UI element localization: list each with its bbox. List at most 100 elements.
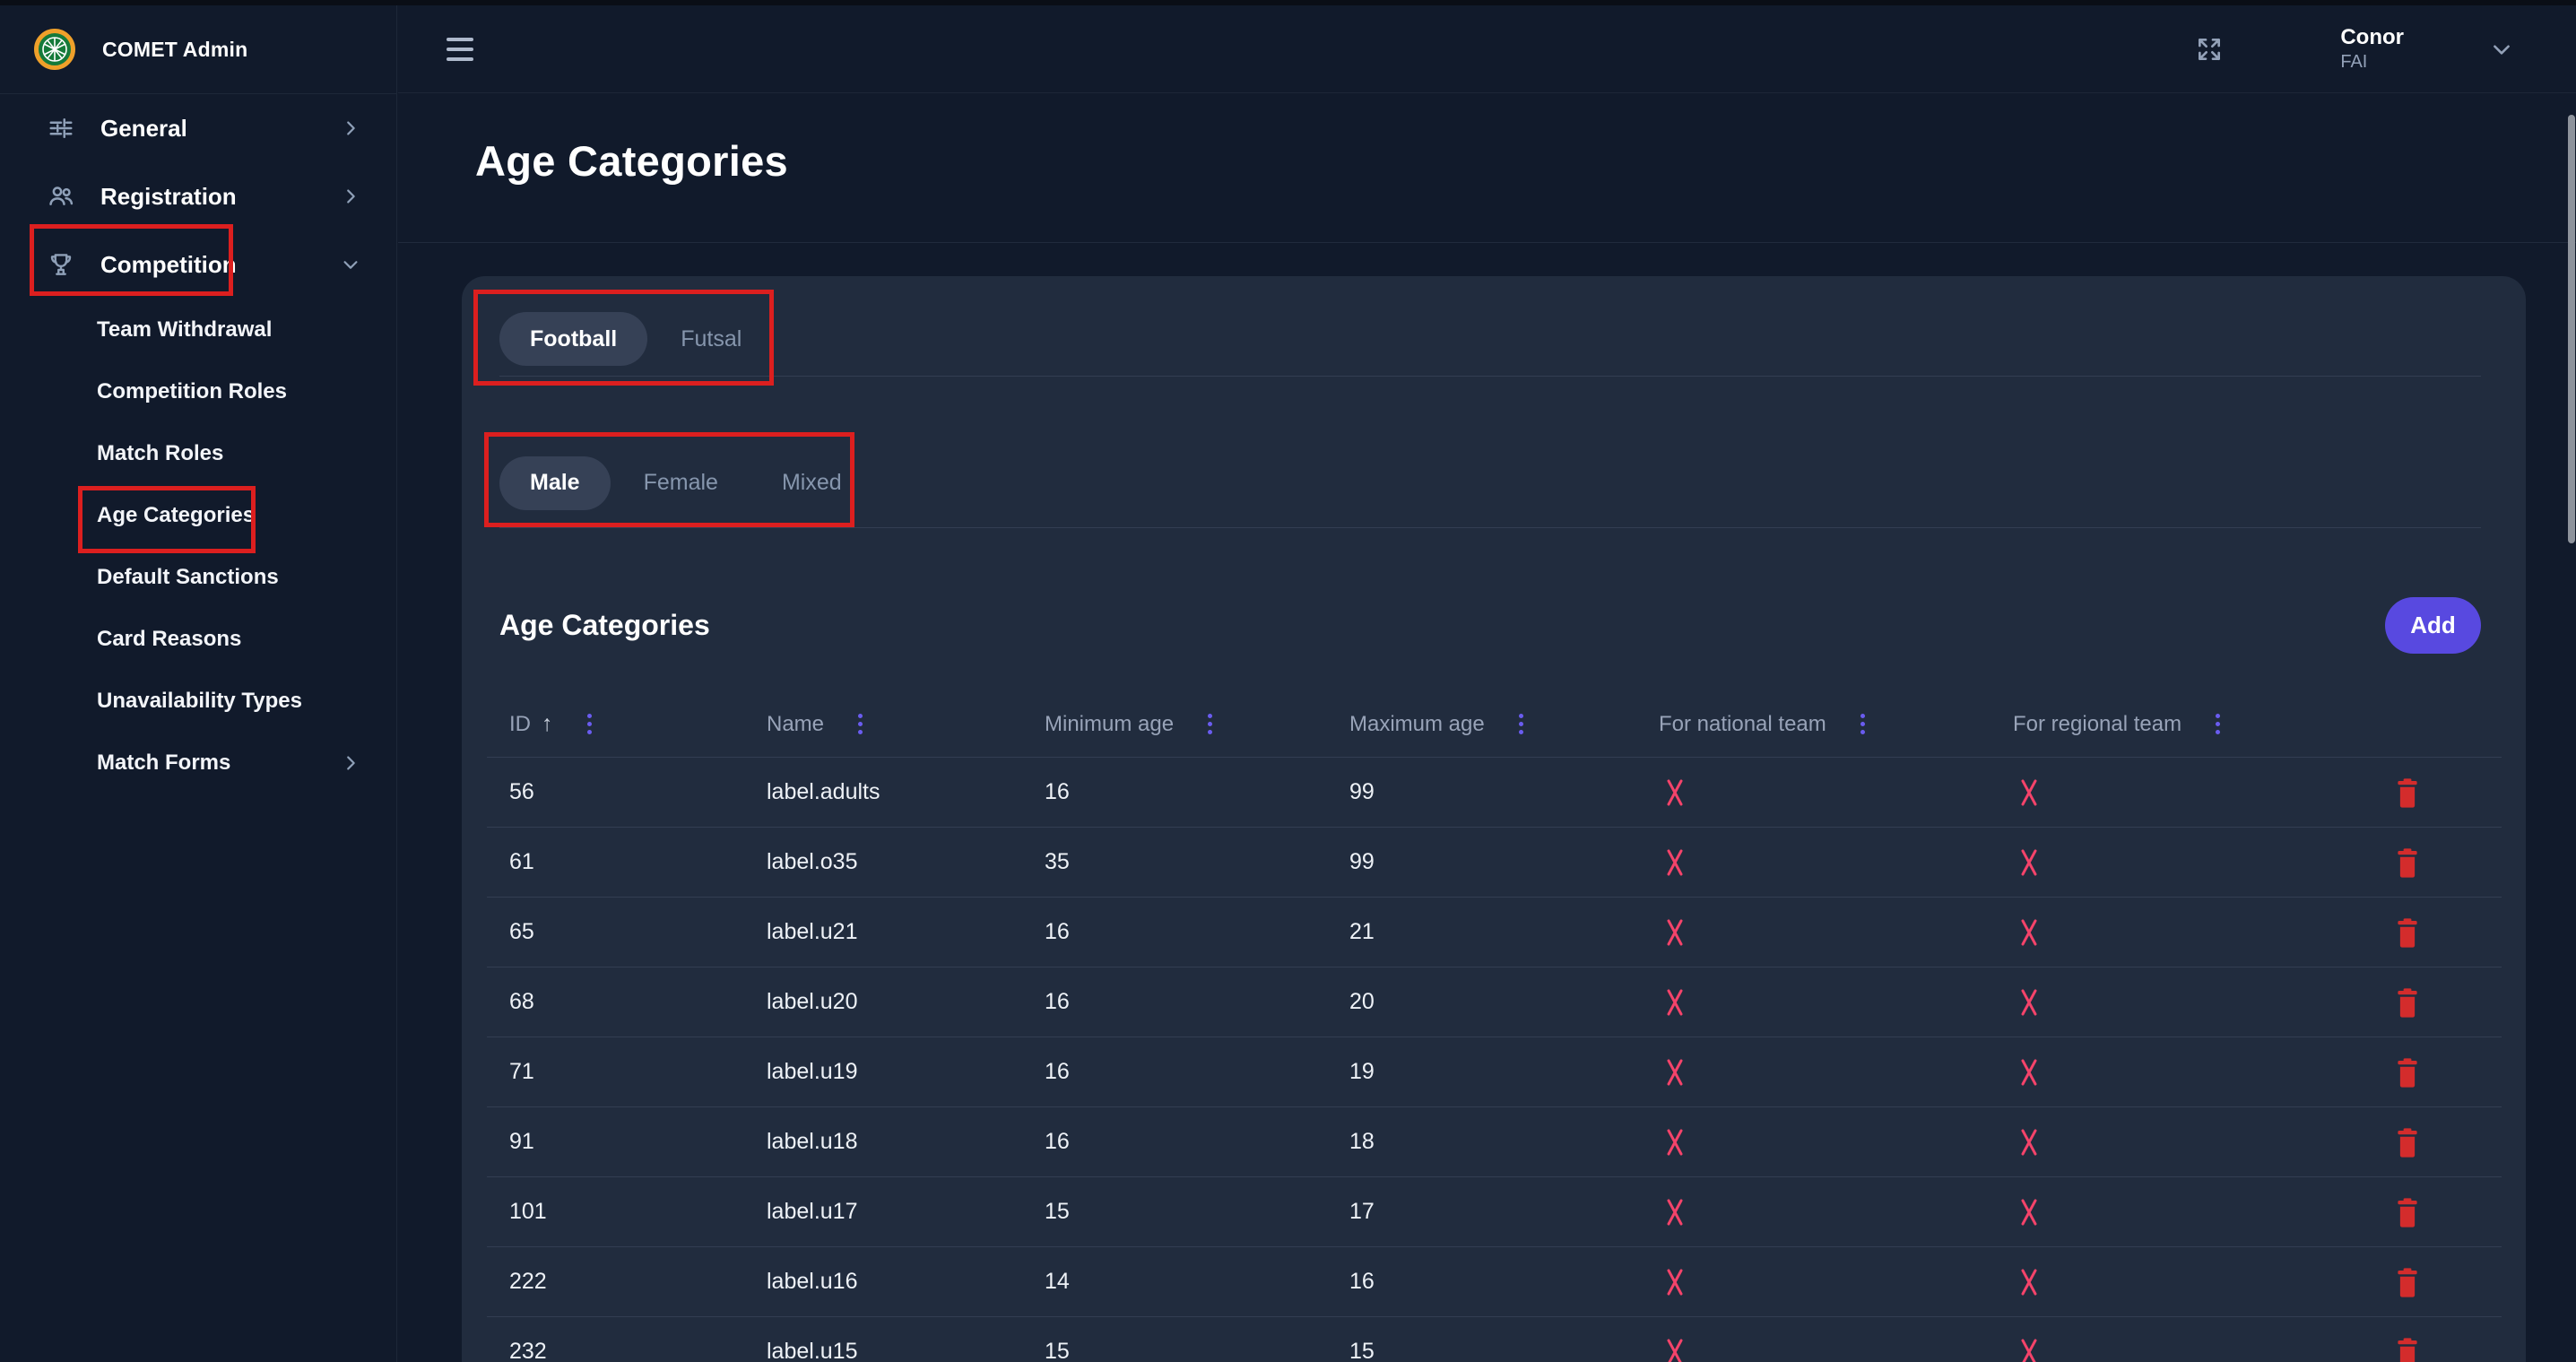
column-menu-icon[interactable] xyxy=(584,710,595,738)
column-header-name[interactable]: Name xyxy=(767,710,1045,738)
table-row[interactable]: 56 label.adults 16 99 xyxy=(487,758,2502,828)
cell-maximum-age: 17 xyxy=(1349,1199,1659,1225)
column-label: For national team xyxy=(1659,712,1826,737)
sidebar-item-registration[interactable]: Registration xyxy=(0,162,396,230)
age-categories-table: ID ↑ Name Minimum age Maximum age xyxy=(487,691,2502,1362)
table-row[interactable]: 68 label.u20 16 20 xyxy=(487,967,2502,1037)
cell-maximum-age: 99 xyxy=(1349,779,1659,805)
window-top-edge xyxy=(0,0,2576,5)
false-x-icon xyxy=(1664,1198,1686,1227)
cell-minimum-age: 15 xyxy=(1045,1339,1349,1362)
column-label: Minimum age xyxy=(1045,712,1174,737)
sidebar-item-age-categories[interactable]: Age Categories xyxy=(0,484,396,546)
cell-for-national-team xyxy=(1659,1338,2013,1362)
sort-ascending-icon: ↑ xyxy=(542,711,553,737)
delete-row-button[interactable] xyxy=(2394,1266,2421,1298)
cell-name: label.u17 xyxy=(767,1199,1045,1225)
delete-row-button[interactable] xyxy=(2394,1056,2421,1089)
sidebar-item-competition[interactable]: Competition xyxy=(0,230,396,299)
sidebar-item-competition-roles[interactable]: Competition Roles xyxy=(0,360,396,422)
delete-row-button[interactable] xyxy=(2394,776,2421,809)
sidebar-item-card-reasons[interactable]: Card Reasons xyxy=(0,608,396,670)
divider xyxy=(499,376,2481,377)
tab-male[interactable]: Male xyxy=(499,456,611,510)
table-row[interactable]: 232 label.u15 15 15 xyxy=(487,1317,2502,1362)
sidebar-subitem-label: Match Roles xyxy=(97,441,223,466)
column-header-minimum-age[interactable]: Minimum age xyxy=(1045,710,1349,738)
sidebar-item-general[interactable]: General xyxy=(0,94,396,162)
delete-row-button[interactable] xyxy=(2394,916,2421,949)
sport-tabs: FootballFutsal xyxy=(499,312,2481,366)
column-menu-icon[interactable] xyxy=(1204,710,1216,738)
table-row[interactable]: 65 label.u21 16 21 xyxy=(487,898,2502,967)
delete-row-button[interactable] xyxy=(2394,1126,2421,1158)
tab-futsal[interactable]: Futsal xyxy=(650,312,772,366)
table-row[interactable]: 71 label.u19 16 19 xyxy=(487,1037,2502,1107)
cell-id: 65 xyxy=(509,919,767,945)
cell-minimum-age: 16 xyxy=(1045,1059,1349,1085)
column-header-for-regional-team[interactable]: For regional team xyxy=(2013,710,2394,738)
tab-female[interactable]: Female xyxy=(613,456,749,510)
user-menu-chevron-down-icon[interactable] xyxy=(2490,38,2513,61)
chevron-down-icon xyxy=(341,255,360,274)
panel-title: Age Categories xyxy=(499,609,710,642)
sidebar-item-unavailability-types[interactable]: Unavailability Types xyxy=(0,670,396,732)
cell-for-regional-team xyxy=(2013,778,2394,807)
hamburger-menu-icon[interactable] xyxy=(447,38,473,61)
user-menu[interactable]: Conor FAI xyxy=(2340,25,2404,73)
cell-for-regional-team xyxy=(2013,848,2394,877)
column-label: Maximum age xyxy=(1349,712,1485,737)
false-x-icon xyxy=(1664,1338,1686,1362)
sidebar-item-match-forms[interactable]: Match Forms xyxy=(0,732,396,794)
column-header-for-national-team[interactable]: For national team xyxy=(1659,710,2013,738)
cell-for-regional-team xyxy=(2013,1198,2394,1227)
column-menu-icon[interactable] xyxy=(1515,710,1527,738)
sidebar-item-default-sanctions[interactable]: Default Sanctions xyxy=(0,546,396,608)
false-x-icon xyxy=(1664,1268,1686,1297)
table-row[interactable]: 222 label.u16 14 16 xyxy=(487,1247,2502,1317)
cell-for-regional-team xyxy=(2013,1268,2394,1297)
column-header-id[interactable]: ID ↑ xyxy=(509,710,767,738)
sidebar-subitem-label: Card Reasons xyxy=(97,627,241,652)
table-row[interactable]: 101 label.u17 15 17 xyxy=(487,1177,2502,1247)
cell-maximum-age: 21 xyxy=(1349,919,1659,945)
table-row[interactable]: 91 label.u18 16 18 xyxy=(487,1107,2502,1177)
table-row[interactable]: 61 label.o35 35 99 xyxy=(487,828,2502,898)
cell-for-national-team xyxy=(1659,988,2013,1017)
sidebar-subitem-label: Competition Roles xyxy=(97,379,287,404)
cell-minimum-age: 16 xyxy=(1045,779,1349,805)
trash-icon xyxy=(2394,916,2421,949)
delete-row-button[interactable] xyxy=(2394,986,2421,1019)
tab-mixed[interactable]: Mixed xyxy=(751,456,872,510)
column-header-maximum-age[interactable]: Maximum age xyxy=(1349,710,1659,738)
cell-for-regional-team xyxy=(2013,1338,2394,1362)
column-menu-icon[interactable] xyxy=(1857,710,1869,738)
cell-for-national-team xyxy=(1659,918,2013,947)
fullscreen-icon[interactable] xyxy=(2195,35,2224,64)
page-scrollbar-thumb[interactable] xyxy=(2568,115,2575,543)
delete-row-button[interactable] xyxy=(2394,1336,2421,1362)
cell-for-national-team xyxy=(1659,1058,2013,1087)
delete-row-button[interactable] xyxy=(2394,1196,2421,1228)
trash-icon xyxy=(2394,1266,2421,1298)
tab-football[interactable]: Football xyxy=(499,312,647,366)
cell-maximum-age: 15 xyxy=(1349,1339,1659,1362)
page-title: Age Categories xyxy=(475,136,788,186)
cell-for-regional-team xyxy=(2013,988,2394,1017)
cell-name: label.u15 xyxy=(767,1339,1045,1362)
cell-name: label.u16 xyxy=(767,1269,1045,1295)
column-menu-icon[interactable] xyxy=(854,710,866,738)
add-button[interactable]: Add xyxy=(2385,597,2481,654)
cell-id: 222 xyxy=(509,1269,767,1295)
table-header-row: ID ↑ Name Minimum age Maximum age xyxy=(487,691,2502,758)
sidebar-item-match-roles[interactable]: Match Roles xyxy=(0,422,396,484)
false-x-icon xyxy=(2018,1198,2040,1227)
topbar-right: Conor FAI xyxy=(2195,25,2576,73)
sidebar-subitem-label: Age Categories xyxy=(97,503,255,528)
cell-minimum-age: 14 xyxy=(1045,1269,1349,1295)
delete-row-button[interactable] xyxy=(2394,846,2421,879)
column-menu-icon[interactable] xyxy=(2212,710,2224,738)
column-label: For regional team xyxy=(2013,712,2181,737)
sidebar-subitem-label: Default Sanctions xyxy=(97,565,279,590)
sidebar-item-team-withdrawal[interactable]: Team Withdrawal xyxy=(0,299,396,360)
